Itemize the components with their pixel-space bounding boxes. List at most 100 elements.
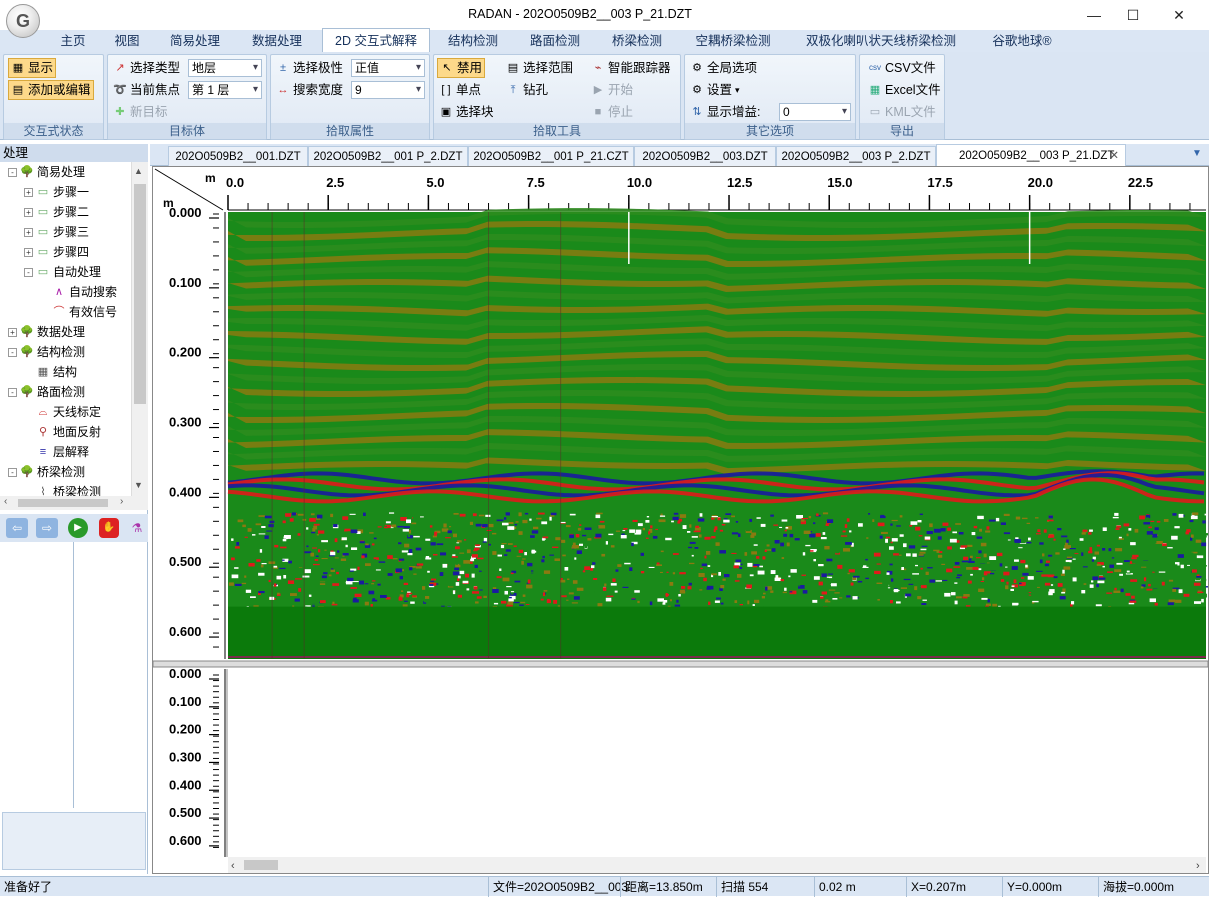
noise-speck (827, 573, 833, 575)
tree-item[interactable]: ▦ 结构 (24, 362, 77, 382)
tree-hscrollbar[interactable]: ‹ › (0, 496, 148, 510)
noise-speck (1190, 537, 1193, 541)
noise-speck (425, 596, 430, 599)
tree-item[interactable]: + 🌳 数据处理 (8, 322, 85, 342)
collapse-icon[interactable]: - (8, 167, 17, 177)
noise-speck (554, 558, 560, 561)
collapse-icon[interactable]: - (24, 267, 33, 277)
close-tab-icon[interactable]: ✕ (1109, 145, 1119, 167)
tree-item[interactable]: ∧ 自动搜索 (40, 282, 117, 302)
tree-item-label: 步骤三 (53, 225, 90, 239)
expand-icon[interactable]: + (8, 327, 17, 337)
tree-item[interactable]: - 🌳 结构检测 (8, 342, 85, 362)
smart-tracker-button[interactable]: ⌁ 智能跟踪器 (589, 58, 673, 78)
tab-road[interactable]: 路面检测 (518, 30, 592, 52)
flask-icon[interactable]: ⚗ (130, 518, 144, 538)
radargram-svg[interactable]: mm0.0 2.5 5.0 7.5 10.0 12.5 15.0 17.5 20.0 22.50.… (153, 167, 1208, 873)
drill-button[interactable]: ⤒ 钻孔 (504, 80, 550, 100)
tab-dual-pol-bridge[interactable]: 双极化喇叭状天线桥梁检测 (792, 30, 970, 52)
tree-item[interactable]: - ▭ 自动处理 (24, 262, 101, 282)
settings-button[interactable]: ⚙ 设置 ▾ (688, 80, 742, 100)
select-type-combo[interactable]: 地层 (188, 59, 262, 77)
select-block-button[interactable]: ▣ 选择块 (437, 102, 496, 122)
stop-button[interactable]: ■ 停止 (589, 102, 635, 122)
tree-item[interactable]: - 🌳 简易处理 (8, 162, 85, 182)
tab-2d-interpret[interactable]: 2D 交互式解释 (322, 28, 430, 52)
noise-speck (571, 546, 576, 549)
polarity-combo[interactable]: 正值 (351, 59, 425, 77)
scroll-right-icon[interactable]: › (120, 496, 123, 507)
tab-list-chevron-icon[interactable]: ▼ (1192, 148, 1202, 159)
app-logo[interactable]: G (6, 4, 40, 38)
single-point-button[interactable]: [ ] 单点 (437, 80, 483, 100)
tree-item[interactable]: ≡ 层解释 (24, 442, 89, 462)
tab-bridge[interactable]: 桥梁检测 (600, 30, 674, 52)
add-edit-button[interactable]: ▤ 添加或编辑 (8, 80, 94, 100)
stop-hand-icon[interactable]: ✋ (99, 518, 119, 538)
forward-arrow-icon[interactable]: ⇨ (36, 518, 58, 538)
tab-air-bridge[interactable]: 空耦桥梁检测 (684, 30, 782, 52)
noise-speck (908, 583, 914, 585)
doc-tab[interactable]: 202O0509B2__003.DZT (634, 146, 776, 166)
export-csv-button[interactable]: csv CSV文件 (866, 58, 938, 78)
noise-speck (313, 563, 320, 566)
tree-item[interactable]: ⚲ 地面反射 (24, 422, 101, 442)
tree-item[interactable]: - 🌳 路面检测 (8, 382, 85, 402)
noise-speck (415, 566, 422, 569)
scroll-up-icon[interactable]: ▲ (134, 166, 143, 176)
collapse-icon[interactable]: - (8, 347, 17, 357)
tab-home[interactable]: 主页 (50, 30, 96, 52)
tab-data-process[interactable]: 数据处理 (240, 30, 314, 52)
tab-easy-process[interactable]: 简易处理 (158, 30, 232, 52)
noise-speck (406, 519, 411, 524)
export-excel-button[interactable]: ▦ Excel文件 (866, 80, 943, 100)
expand-icon[interactable]: + (24, 187, 33, 197)
current-focus-combo[interactable]: 第 1 层 (188, 81, 262, 99)
doc-tab-active[interactable]: 202O0509B2__003 P_21.DZT ✕ (936, 144, 1126, 166)
back-arrow-icon[interactable]: ⇦ (6, 518, 28, 538)
disable-button[interactable]: ↖ 禁用 (437, 58, 486, 78)
new-target-button[interactable]: ✚ 新目标 (111, 102, 170, 122)
noise-speck (812, 524, 818, 527)
scroll-left-icon[interactable]: ‹ (4, 496, 7, 507)
collapse-icon[interactable]: - (8, 467, 17, 477)
search-width-combo[interactable]: 9 (351, 81, 425, 99)
tab-view[interactable]: 视图 (104, 30, 150, 52)
tree-item[interactable]: ⌇ 桥梁检测 (24, 482, 101, 496)
noise-speck (1146, 531, 1153, 535)
display-gain-combo[interactable]: 0 (779, 103, 851, 121)
expand-icon[interactable]: + (24, 207, 33, 217)
tree-item[interactable]: + ▭ 步骤一 (24, 182, 89, 202)
scroll-down-icon[interactable]: ▼ (134, 480, 143, 490)
noise-speck (912, 553, 917, 557)
start-button[interactable]: ▶ 开始 (589, 80, 635, 100)
doc-tab[interactable]: 202O0509B2__001 P_21.CZT (468, 146, 634, 166)
doc-tab[interactable]: 202O0509B2__003 P_2.DZT (776, 146, 936, 166)
tree-item[interactable]: + ▭ 步骤三 (24, 222, 89, 242)
doc-tab[interactable]: 202O0509B2__001.DZT (168, 146, 308, 166)
run-icon[interactable]: ▶ (68, 518, 88, 538)
expand-icon[interactable]: + (24, 247, 33, 257)
export-kml-button[interactable]: ▭ KML文件 (866, 102, 938, 122)
close-icon[interactable]: ✕ (1156, 0, 1202, 30)
expand-icon[interactable]: + (24, 227, 33, 237)
noise-speck (846, 518, 850, 522)
maximize-icon[interactable]: ☐ (1110, 0, 1156, 30)
tab-google-earth[interactable]: 谷歌地球® (980, 30, 1064, 52)
polarity-icon: ± (279, 62, 287, 74)
tree-item[interactable]: ⌓ 天线标定 (24, 402, 101, 422)
tree-item[interactable]: ⌒ 有效信号 (40, 302, 118, 322)
tab-structure[interactable]: 结构检测 (438, 30, 508, 52)
scrollbar-thumb[interactable] (18, 499, 108, 507)
doc-tab[interactable]: 202O0509B2__001 P_2.DZT (308, 146, 468, 166)
tree-item[interactable]: - 🌳 桥梁检测 (8, 462, 85, 482)
collapse-icon[interactable]: - (8, 387, 17, 397)
tree-item[interactable]: + ▭ 步骤四 (24, 242, 89, 262)
tree-vscrollbar[interactable]: ▲ ▼ (131, 162, 148, 496)
global-options-button[interactable]: ⚙ 全局选项 (688, 58, 759, 78)
show-button[interactable]: ▦ 显示 (8, 58, 57, 78)
noise-speck (669, 582, 674, 586)
select-range-button[interactable]: ▤ 选择范围 (504, 58, 575, 78)
scrollbar-thumb[interactable] (134, 184, 146, 404)
tree-item[interactable]: + ▭ 步骤二 (24, 202, 89, 222)
